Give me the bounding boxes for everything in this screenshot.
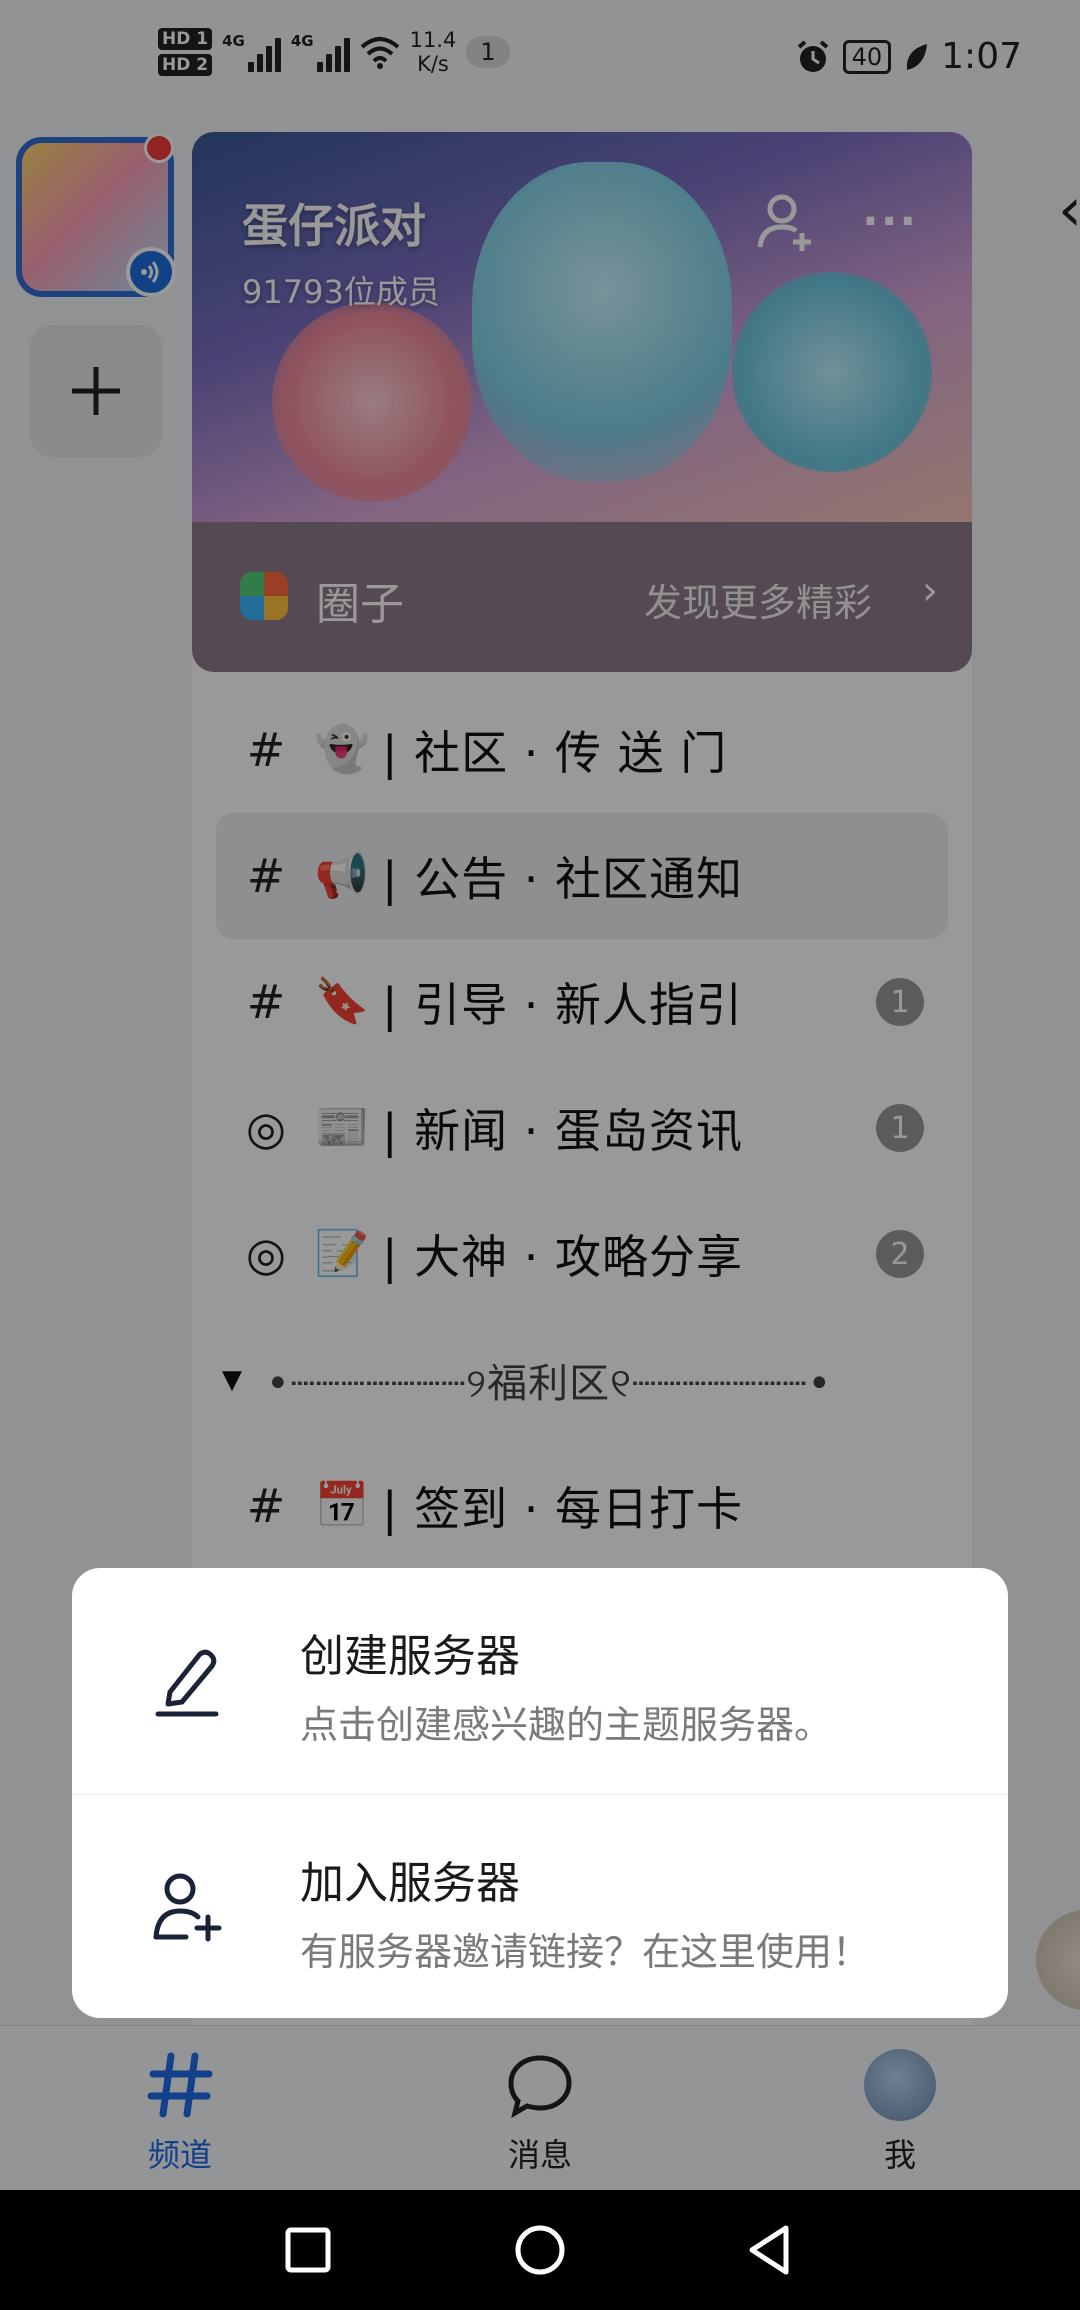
create-server-title: 创建服务器 <box>300 1631 520 1682</box>
create-server-subtitle: 点击创建感兴趣的主题服务器。 <box>300 1703 833 1747</box>
add-user-icon <box>153 1873 222 1942</box>
system-nav-bar <box>0 2190 1080 2310</box>
recents-icon[interactable] <box>278 2220 338 2280</box>
screen: HD 1 HD 2 4G 4G 11.4 K/s 1 40 1:07 蛋仔派对 … <box>0 0 1080 2310</box>
back-icon[interactable] <box>740 2220 800 2280</box>
create-server-option[interactable]: 创建服务器 点击创建感兴趣的主题服务器。 <box>72 1568 1008 1792</box>
server-action-sheet: 创建服务器 点击创建感兴趣的主题服务器。 加入服务器 有服务器邀请链接？在这里使… <box>72 1568 1008 2018</box>
home-icon[interactable] <box>510 2220 570 2280</box>
join-server-option[interactable]: 加入服务器 有服务器邀请链接？在这里使用！ <box>72 1794 1008 2018</box>
pencil-icon <box>155 1649 219 1717</box>
join-server-title: 加入服务器 <box>300 1858 520 1909</box>
join-server-subtitle: 有服务器邀请链接？在这里使用！ <box>300 1930 871 1974</box>
